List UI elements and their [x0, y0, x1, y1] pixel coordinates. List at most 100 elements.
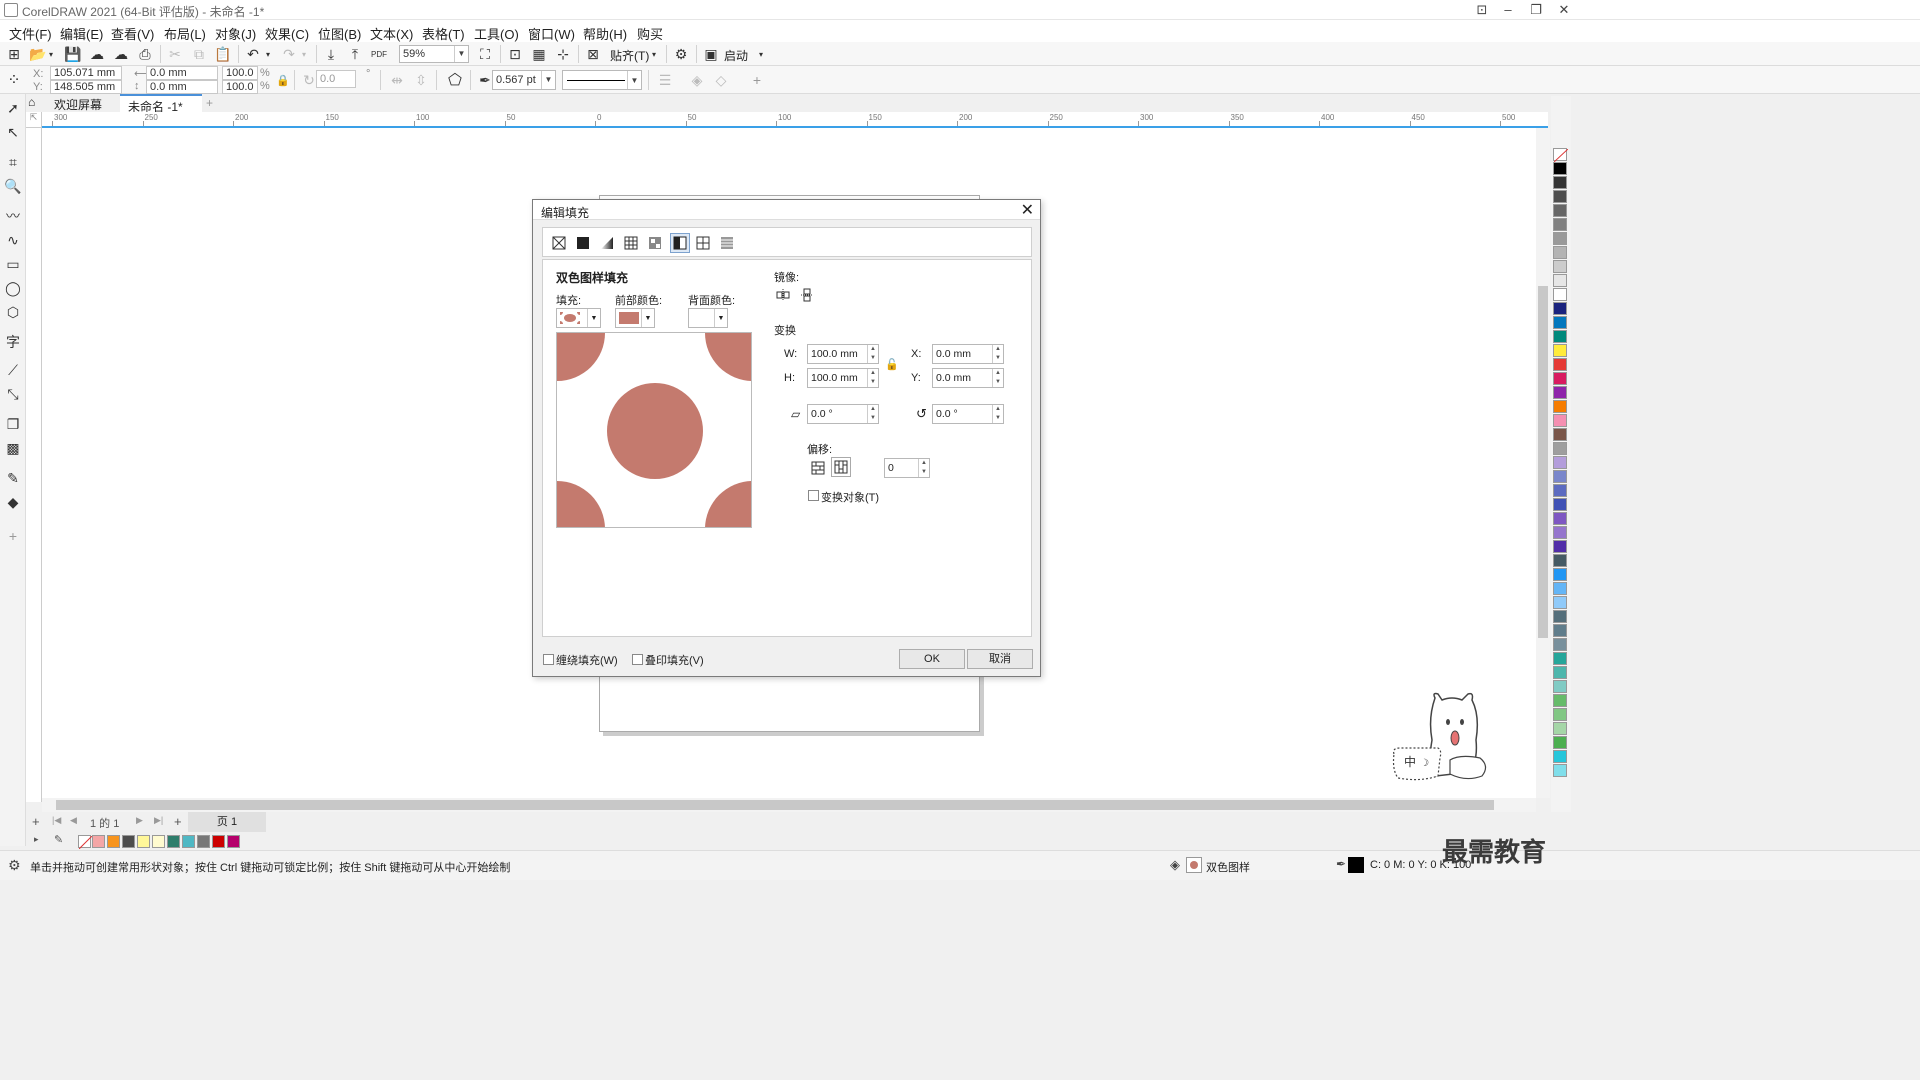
palette-swatch[interactable]: [1553, 498, 1567, 511]
vector-pattern-icon[interactable]: [622, 234, 640, 252]
spinner-icon[interactable]: ▲ ▼: [992, 405, 1003, 423]
snap-off-icon[interactable]: ⊠: [582, 43, 604, 65]
redo-icon[interactable]: ↷: [278, 43, 300, 65]
fullscreen-icon[interactable]: ⛶: [474, 43, 496, 65]
connector-tool-icon[interactable]: ⤡: [3, 384, 23, 404]
palette-swatch[interactable]: [1553, 288, 1567, 301]
zoom-combo[interactable]: 59% ▼: [399, 45, 469, 63]
height-input[interactable]: 0.0 mm: [146, 80, 218, 94]
document-palette-swatch[interactable]: [167, 835, 180, 848]
transform-object-checkbox[interactable]: [808, 490, 819, 501]
document-palette-swatch[interactable]: [197, 835, 210, 848]
palette-swatch[interactable]: [1553, 750, 1567, 763]
spinner-icon[interactable]: ▲ ▼: [992, 345, 1003, 363]
export-icon[interactable]: ⤒: [344, 43, 366, 65]
pattern-y-input[interactable]: 0.0 mm ▲ ▼: [932, 368, 1004, 388]
home-icon[interactable]: ⌂: [26, 94, 46, 112]
menu-effects[interactable]: 效果(C): [265, 24, 309, 43]
interactive-fill-icon[interactable]: ◆: [3, 492, 23, 512]
palette-swatch[interactable]: [1553, 736, 1567, 749]
wrap-fill-checkbox[interactable]: [543, 654, 554, 665]
mirror-vertical-icon[interactable]: [798, 286, 816, 304]
palette-swatch[interactable]: [1553, 330, 1567, 343]
open-dropdown-icon[interactable]: ▾: [45, 43, 57, 65]
snap-to-label[interactable]: 贴齐(T): [610, 47, 649, 64]
palette-swatch[interactable]: [1553, 414, 1567, 427]
palette-swatch[interactable]: [1553, 232, 1567, 245]
tab-document[interactable]: 未命名 -1*: [120, 94, 202, 114]
menu-layout[interactable]: 布局(L): [164, 24, 206, 43]
palette-swatch[interactable]: [1553, 316, 1567, 329]
import-icon[interactable]: ⤓: [320, 43, 342, 65]
vertical-scroll-thumb[interactable]: [1538, 286, 1548, 638]
no-color-swatch[interactable]: [1553, 148, 1569, 163]
paste-icon[interactable]: 📋: [212, 43, 234, 65]
overprint-checkbox[interactable]: [632, 654, 643, 665]
close-button[interactable]: ✕: [1550, 0, 1578, 20]
menu-object[interactable]: 对象(J): [215, 24, 256, 43]
uniform-fill-icon[interactable]: [574, 234, 592, 252]
palette-swatch[interactable]: [1553, 526, 1567, 539]
y-position-input[interactable]: 148.505 mm: [50, 80, 122, 94]
palette-swatch[interactable]: [1553, 624, 1567, 637]
palette-swatch[interactable]: [1553, 190, 1567, 203]
pick-tool-icon[interactable]: ➚: [3, 98, 23, 118]
palette-swatch[interactable]: [1553, 540, 1567, 553]
fountain-fill-icon[interactable]: [598, 234, 616, 252]
no-fill-icon[interactable]: [550, 234, 568, 252]
eyedropper-small-icon[interactable]: ✎: [54, 833, 63, 846]
front-color-picker[interactable]: ▼: [615, 308, 655, 328]
palette-swatch[interactable]: [1553, 302, 1567, 315]
palette-swatch[interactable]: [1553, 456, 1567, 469]
offset-input[interactable]: 0 ▲ ▼: [884, 458, 930, 478]
rotate-input[interactable]: 0.0 ° ▲ ▼: [932, 404, 1004, 424]
eyedropper-icon[interactable]: ✎: [3, 468, 23, 488]
menu-tools[interactable]: 工具(O): [474, 24, 519, 43]
first-page-icon[interactable]: |◀: [52, 815, 61, 826]
outline-width-combo[interactable]: 0.567 pt ▼: [492, 70, 556, 90]
horizontal-ruler[interactable]: 300 250 200 150 100 50 0 50 100 150 200 250 300 350 40…: [42, 112, 1548, 128]
palette-swatch[interactable]: [1553, 484, 1567, 497]
palette-swatch[interactable]: [1553, 568, 1567, 581]
palette-swatch[interactable]: [1553, 162, 1567, 175]
palette-swatch[interactable]: [1553, 610, 1567, 623]
back-color-picker[interactable]: ▼: [688, 308, 728, 328]
pdf-icon[interactable]: PDF: [368, 43, 390, 65]
add-tool-icon[interactable]: +: [3, 526, 23, 546]
palette-swatch[interactable]: [1553, 680, 1567, 693]
snap-dropdown-icon[interactable]: ▾: [648, 43, 660, 65]
document-palette-swatch[interactable]: [212, 835, 225, 848]
x-position-input[interactable]: 105.071 mm: [50, 66, 122, 80]
vertical-ruler[interactable]: [26, 112, 42, 802]
outline-color-swatch[interactable]: [1348, 857, 1364, 873]
copy-icon[interactable]: ⧉: [188, 43, 210, 65]
undo-icon[interactable]: ↶: [242, 43, 264, 65]
horizontal-scrollbar[interactable]: [42, 798, 1536, 812]
document-palette-swatch[interactable]: [137, 835, 150, 848]
pattern-height-input[interactable]: 100.0 mm ▲ ▼: [807, 368, 879, 388]
palette-swatch[interactable]: [1553, 358, 1567, 371]
menu-bitmap[interactable]: 位图(B): [318, 24, 361, 43]
palette-swatch[interactable]: [1553, 764, 1567, 777]
rulers-icon[interactable]: ⊡: [504, 43, 526, 65]
palette-swatch[interactable]: [1553, 442, 1567, 455]
document-palette-swatch[interactable]: [227, 835, 240, 848]
object-origin-icon[interactable]: ⁘: [3, 69, 25, 91]
column-offset-icon[interactable]: [831, 457, 851, 477]
palette-swatch[interactable]: [1553, 638, 1567, 651]
page-tab[interactable]: 页 1: [188, 812, 266, 832]
shape-tool-icon[interactable]: ↖: [3, 122, 23, 142]
document-palette-swatch[interactable]: [152, 835, 165, 848]
menu-buy[interactable]: 购买: [637, 24, 663, 43]
last-page-icon[interactable]: ▶|: [154, 815, 163, 826]
polygon-tool-icon[interactable]: ⬡: [3, 302, 23, 322]
mirror-horizontal-icon[interactable]: ⇹: [386, 69, 408, 91]
close-icon[interactable]: ✕: [1021, 200, 1034, 220]
scale-width-input[interactable]: 100.0: [222, 66, 258, 80]
guidelines-icon[interactable]: ⊹: [552, 43, 574, 65]
palette-swatch[interactable]: [1553, 708, 1567, 721]
shape-icon[interactable]: ⬠: [444, 69, 466, 91]
menu-text[interactable]: 文本(X): [370, 24, 413, 43]
gear-icon[interactable]: ⚙: [8, 857, 21, 874]
document-palette-swatch[interactable]: [92, 835, 105, 848]
